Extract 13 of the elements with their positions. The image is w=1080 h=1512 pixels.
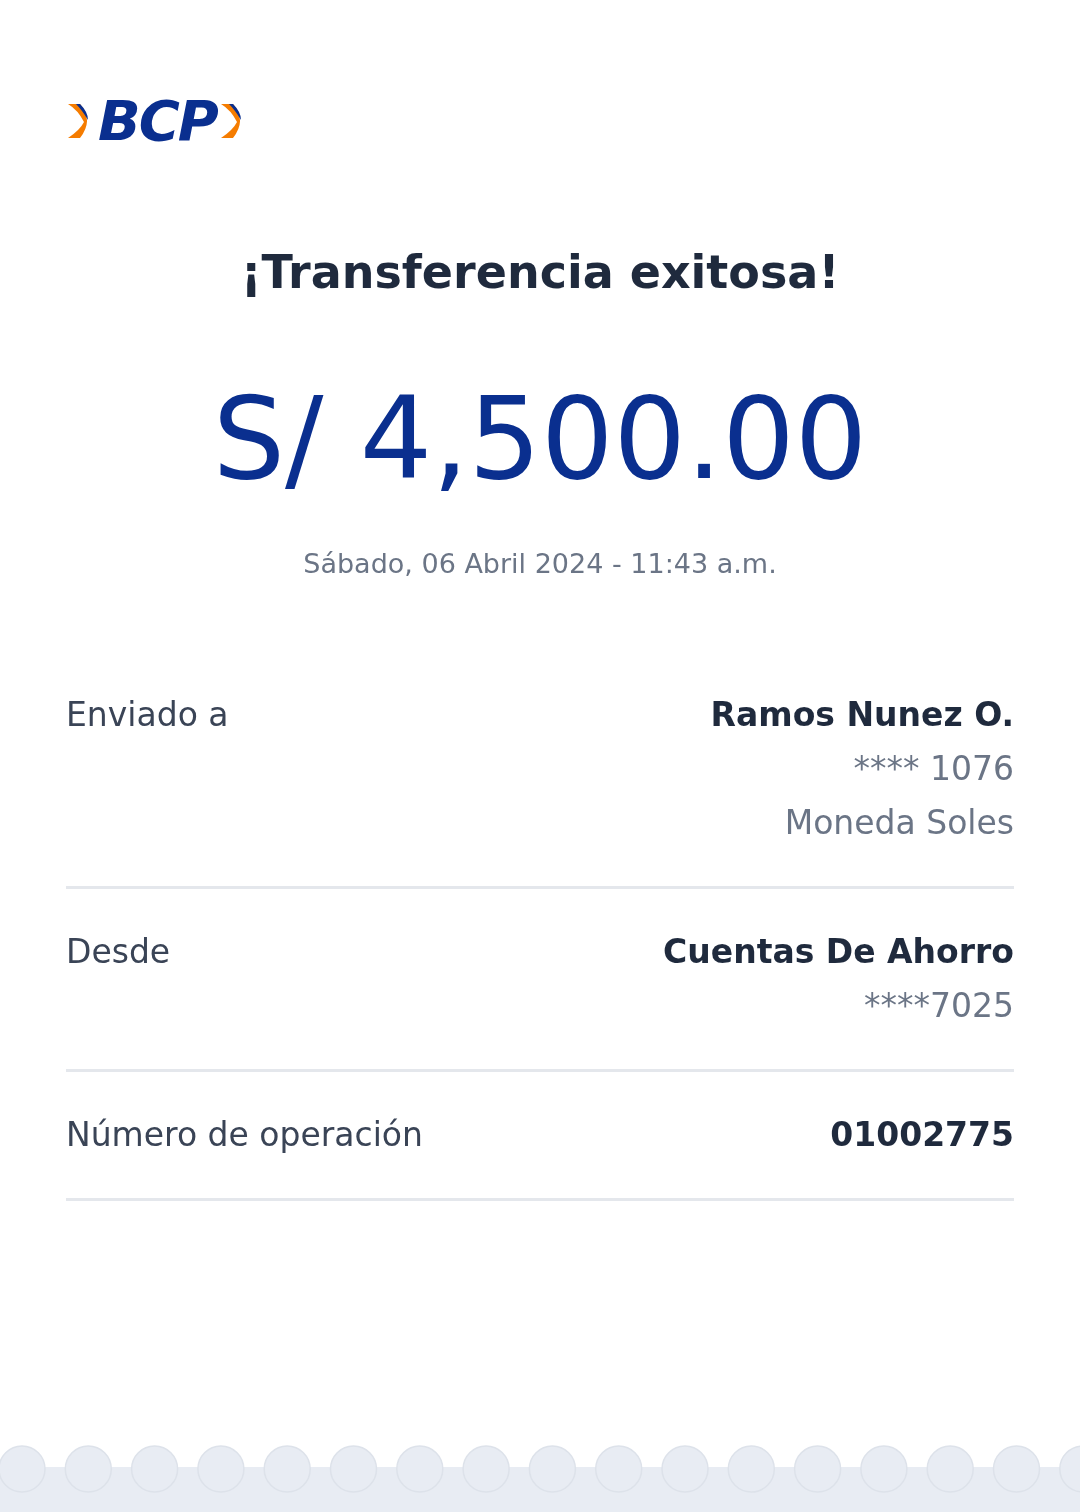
success-title: ¡Transferencia exitosa! (240, 244, 840, 301)
logo-text: BCP (98, 96, 217, 146)
detail-label: Desde (66, 931, 171, 973)
detail-value: Moneda Soles (784, 802, 1014, 844)
detail-value: **** 1076 (853, 748, 1014, 790)
detail-value: Cuentas De Ahorro (663, 931, 1014, 973)
detail-value: Ramos Nunez O. (710, 694, 1014, 736)
date-time: Sábado, 06 Abril 2024 - 11:43 a.m. (303, 547, 777, 581)
detail-value: 01002775 (830, 1114, 1014, 1156)
detail-label: Enviado a (66, 694, 229, 736)
detail-label: Número de operación (66, 1114, 423, 1156)
detail-value: ****7025 (864, 985, 1014, 1027)
transfer-amount: S/ 4,500.00 (212, 374, 868, 504)
